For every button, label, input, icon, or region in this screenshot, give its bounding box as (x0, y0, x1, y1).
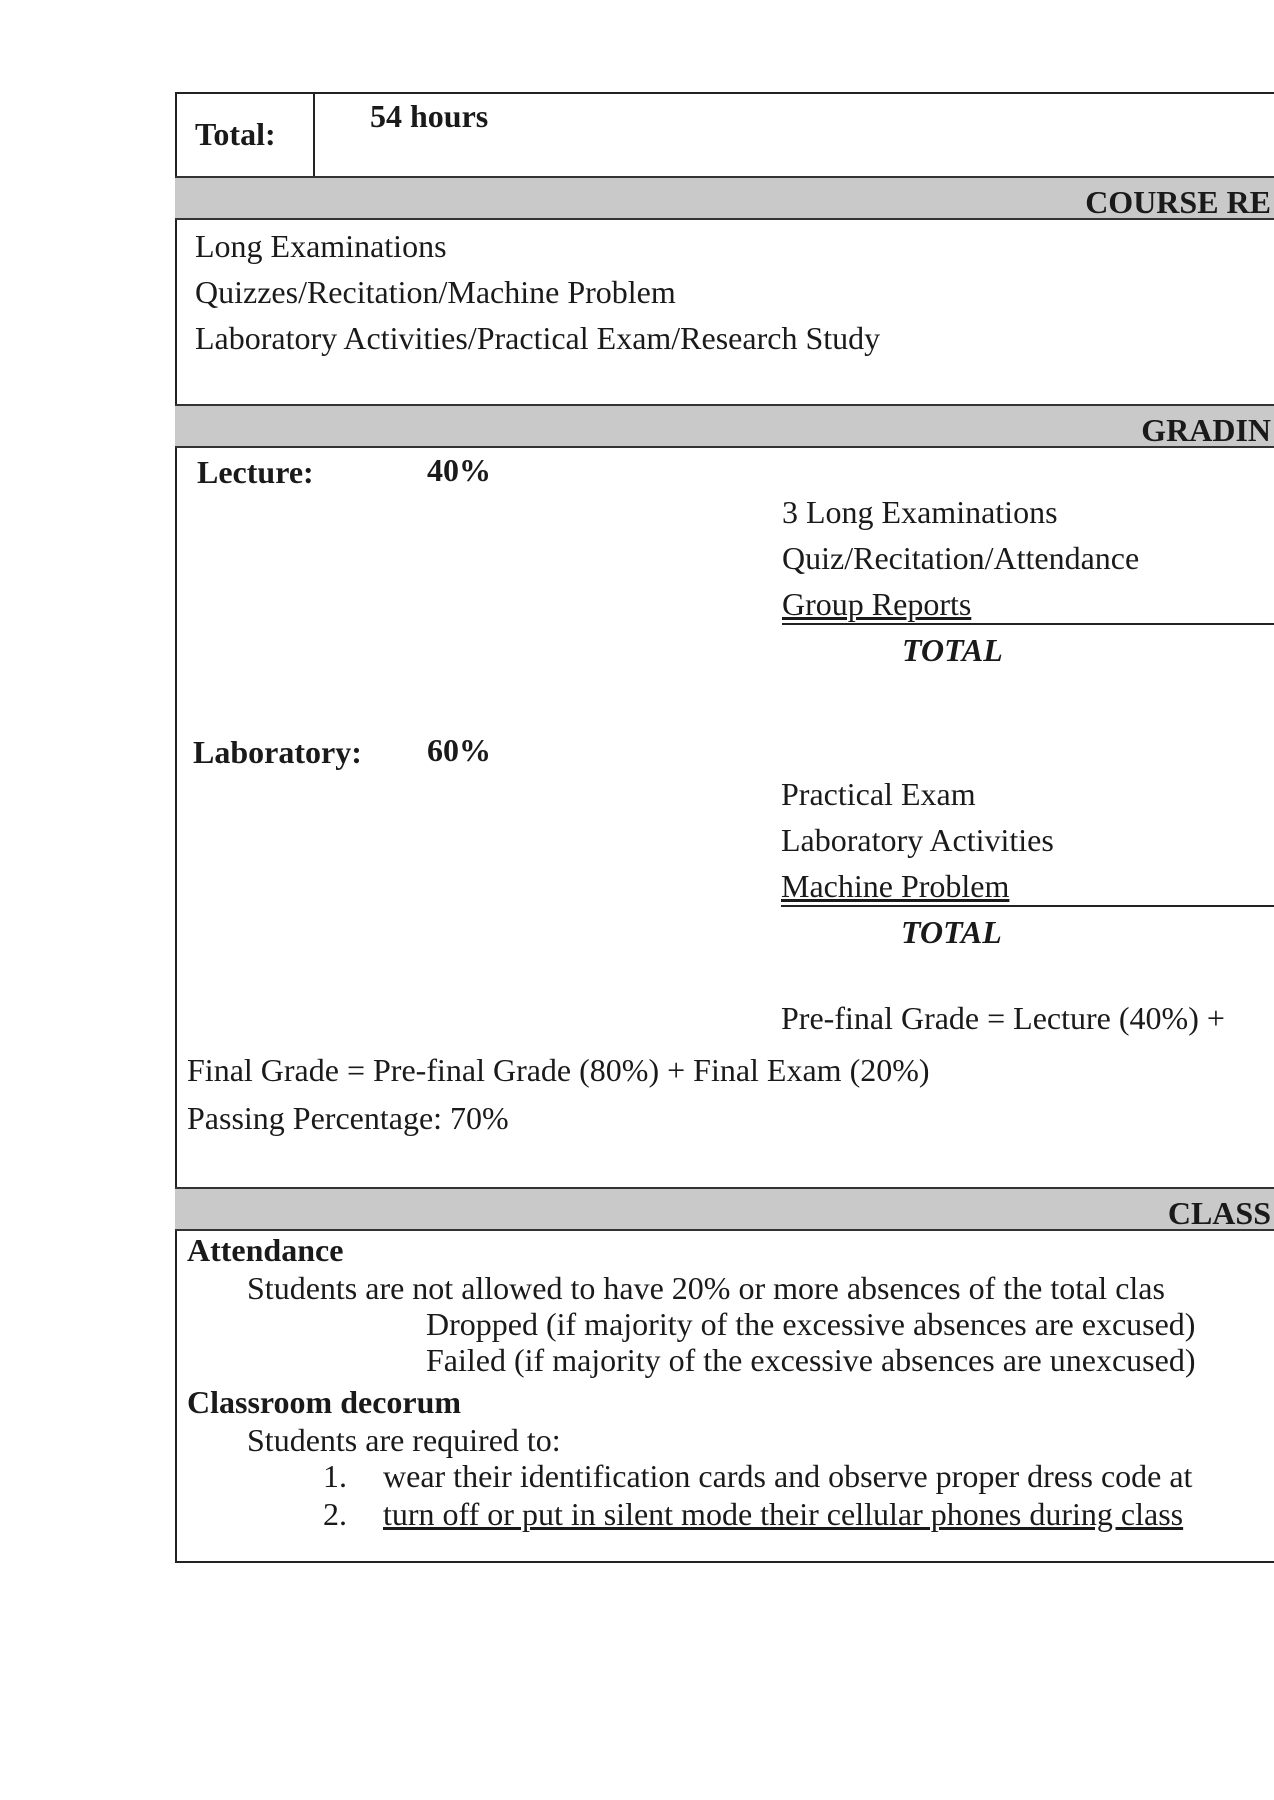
laboratory-total-label: TOTAL (901, 914, 1002, 950)
passing-percentage: Passing Percentage: 70% (187, 1100, 509, 1136)
laboratory-percent: 60% (427, 732, 491, 768)
decorum-rule-text: turn off or put in silent mode their cel… (383, 1496, 1184, 1532)
total-label: Total: (195, 116, 276, 152)
lecture-item: 3 Long Examinations (782, 494, 1058, 530)
prefinal-grade-formula: Pre-final Grade = Lecture (40%) + (781, 1000, 1225, 1036)
class-policies-header: CLASS (175, 1187, 1274, 1231)
laboratory-label: Laboratory: (193, 734, 362, 770)
attendance-heading: Attendance (187, 1232, 344, 1268)
lecture-total-label: TOTAL (902, 632, 1003, 668)
final-grade-formula: Final Grade = Pre-final Grade (80%) + Fi… (187, 1052, 930, 1088)
lecture-percent: 40% (427, 452, 491, 488)
decorum-rule-number: 2. (323, 1496, 347, 1532)
lecture-item: Group Reports (782, 586, 1274, 625)
laboratory-item: Machine Problem (781, 868, 1274, 907)
total-hours: 54 hours (370, 98, 489, 134)
syllabus-page: Total: 54 hours COURSE RE Long Examinati… (175, 92, 1274, 1563)
class-policies-title: CLASS (1167, 1195, 1271, 1231)
lecture-label: Lecture: (197, 454, 314, 490)
lecture-item: Quiz/Recitation/Attendance (782, 540, 1140, 576)
decorum-rule-text: wear their identification cards and obse… (383, 1458, 1193, 1494)
grading-header: GRADIN (175, 404, 1274, 448)
decorum-intro: Students are required to: (247, 1422, 561, 1458)
decorum-heading: Classroom decorum (187, 1384, 462, 1420)
attendance-rule: Students are not allowed to have 20% or … (247, 1270, 1165, 1306)
requirement-item: Long Examinations (195, 228, 447, 264)
total-cell-divider (313, 92, 315, 176)
laboratory-item: Practical Exam (781, 776, 976, 812)
laboratory-item: Laboratory Activities (781, 822, 1054, 858)
requirement-item: Laboratory Activities/Practical Exam/Res… (195, 320, 881, 356)
requirement-item: Quizzes/Recitation/Machine Problem (195, 274, 676, 310)
attendance-dropped: Dropped (if majority of the excessive ab… (426, 1306, 1196, 1342)
course-requirements-title: COURSE RE (1085, 184, 1271, 220)
course-requirements-header: COURSE RE (175, 176, 1274, 220)
grading-title: GRADIN (1141, 412, 1271, 448)
attendance-failed: Failed (if majority of the excessive abs… (426, 1342, 1196, 1378)
decorum-rule-number: 1. (323, 1458, 347, 1494)
